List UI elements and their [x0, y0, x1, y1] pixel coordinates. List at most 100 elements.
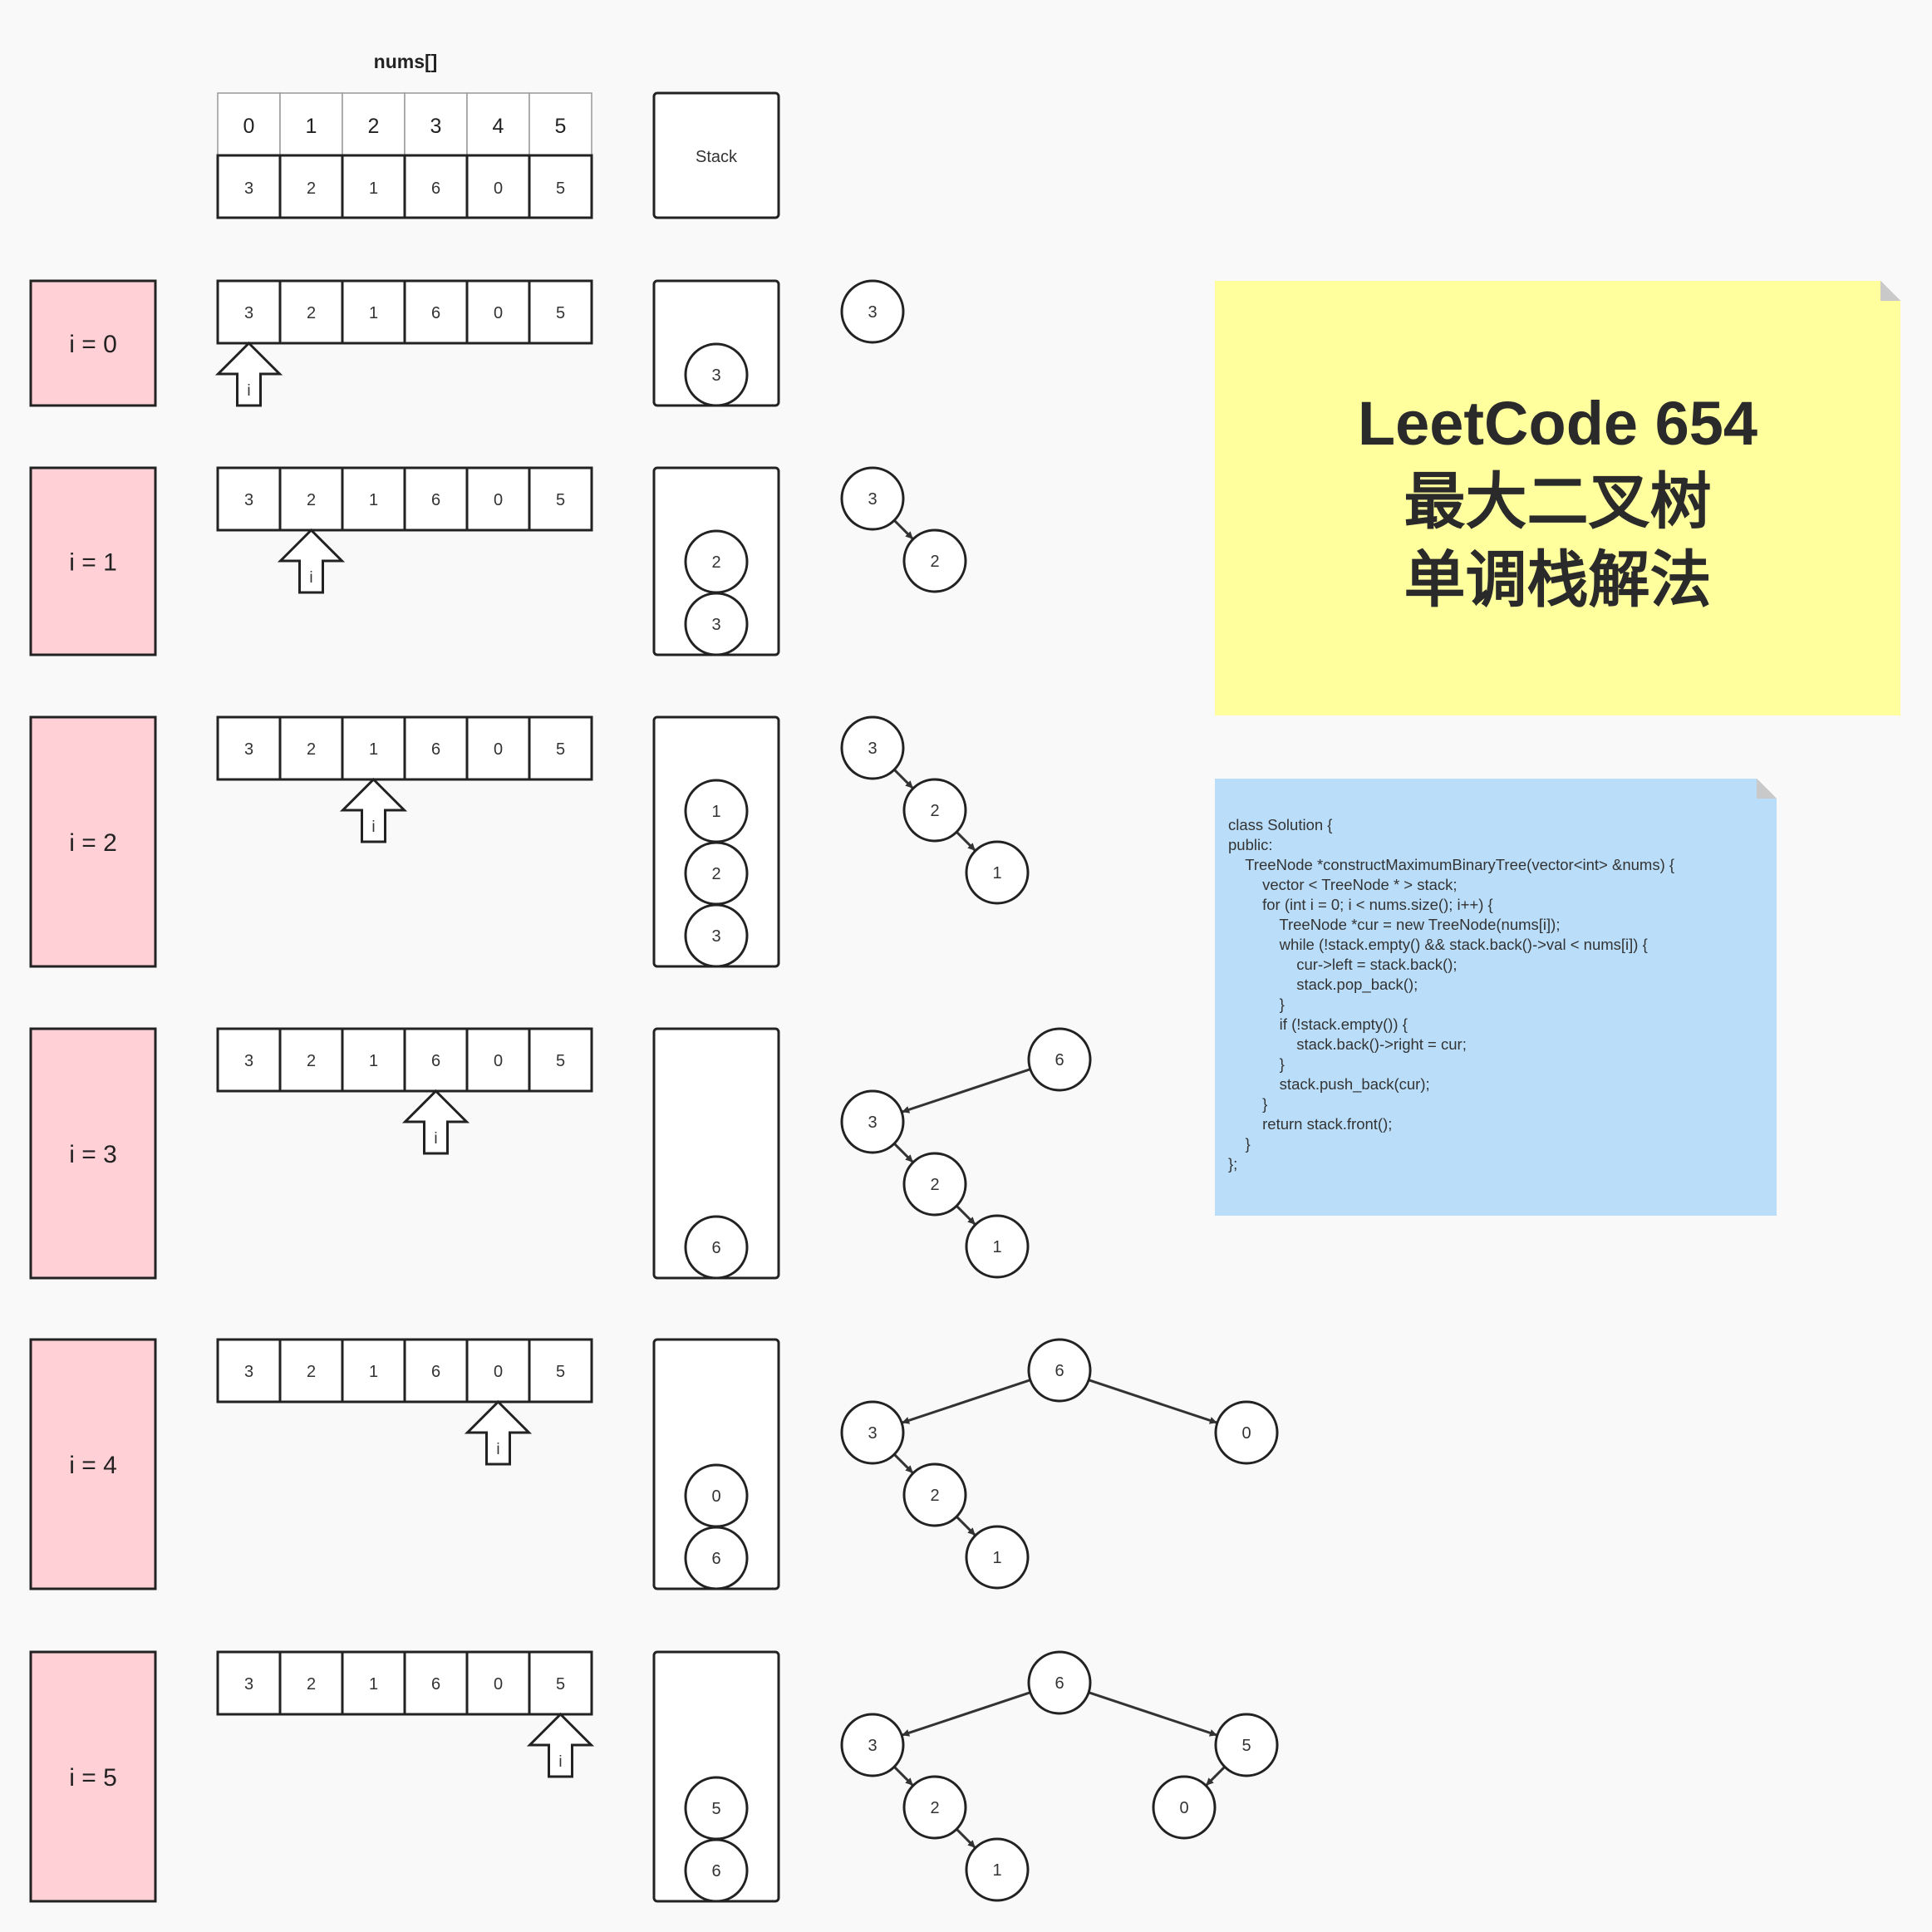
- array-cell-value: 2: [307, 304, 316, 322]
- code-line: }: [1228, 1135, 1251, 1153]
- tree: 6 3 2 1 0: [840, 1338, 1279, 1590]
- code-line: class Solution {: [1228, 816, 1333, 833]
- tree-node-value: 1: [992, 1238, 1001, 1256]
- tree-node-value: 1: [992, 1861, 1001, 1880]
- pointer-label: i: [309, 569, 312, 587]
- stack-box: 6: [652, 1027, 780, 1280]
- index-cell: 1: [279, 92, 343, 156]
- tree-node-value: 3: [868, 740, 877, 758]
- value-label: 1: [369, 179, 378, 198]
- array-cell-value: 3: [244, 1675, 253, 1694]
- step-array: 3 2 1 6 0 5: [216, 466, 593, 532]
- tree-node: 3: [840, 1400, 905, 1465]
- step-row: i = 2 3 2 1 6 0 5 i 3 2 1 3 2 1: [29, 715, 1030, 968]
- tree: 3 2 1: [840, 715, 1030, 905]
- array-cell-value: 5: [556, 740, 565, 759]
- value-label: 0: [494, 179, 503, 198]
- tree-edge: [893, 1453, 914, 1474]
- code-line: stack.push_back(cur);: [1228, 1075, 1430, 1093]
- step-array: 3 2 1 6 0 5: [216, 1338, 593, 1404]
- stack-item: 6: [684, 1526, 749, 1590]
- index-cell: 0: [217, 92, 281, 156]
- stack-item-value: 6: [711, 1239, 720, 1257]
- tree-edge: [1088, 1691, 1217, 1737]
- value-cell: 0: [465, 154, 531, 219]
- array-cell-value: 3: [244, 304, 253, 322]
- step-row: i = 0 3 2 1 6 0 5 i 3 3: [29, 279, 905, 407]
- code-line: if (!stack.empty()) {: [1228, 1015, 1408, 1033]
- array-cell-value: 1: [369, 740, 378, 759]
- array-cell-value: 2: [307, 491, 316, 509]
- code-line: }: [1228, 1055, 1285, 1073]
- code-block: class Solution {public: TreeNode *constr…: [1228, 815, 1674, 1174]
- tree-node-value: 1: [992, 864, 1001, 882]
- header-array: 0 1 2 3 4 5 3 2 1 6 0 5: [216, 92, 593, 219]
- step-row: i = 43 2 1 6 0 5i6063210: [29, 1338, 1279, 1590]
- tree-edge: [902, 1379, 1031, 1424]
- code-note: class Solution {public: TreeNode *constr…: [1215, 779, 1777, 1216]
- code-line: return stack.front();: [1228, 1115, 1393, 1133]
- array-cell-value: 1: [369, 1675, 378, 1694]
- stack-item-value: 0: [711, 1487, 720, 1506]
- title-line-1: LeetCode 654: [1357, 389, 1758, 458]
- stack-item-value: 3: [711, 616, 720, 634]
- value-label: 2: [307, 179, 316, 198]
- code-line: for (int i = 0; i < nums.size(); i++) {: [1228, 896, 1493, 913]
- index-cell: 4: [466, 92, 530, 156]
- stack-item: 1: [684, 779, 749, 843]
- step-label-box: i = 0: [29, 279, 157, 407]
- index-label: 1: [306, 115, 317, 138]
- tree-edge: [902, 1691, 1031, 1737]
- tree: 3: [840, 279, 905, 344]
- tree-node-value: 1: [992, 1549, 1001, 1567]
- pointer-arrow: i: [339, 777, 408, 843]
- tree-node-value: 6: [1054, 1674, 1064, 1693]
- code-line: }: [1228, 995, 1285, 1013]
- tree-node: 3: [840, 715, 905, 780]
- array-cell-value: 3: [244, 740, 253, 759]
- step-label: i = 5: [69, 1764, 117, 1792]
- code-line: stack.pop_back();: [1228, 976, 1418, 993]
- tree: 6 3 2 1: [840, 1027, 1092, 1279]
- title-note-fold: [1880, 281, 1900, 301]
- code-line: vector < TreeNode * > stack;: [1228, 876, 1458, 893]
- code-line: cur->left = stack.back();: [1228, 956, 1458, 973]
- stack-item: 3: [684, 342, 749, 407]
- stack-item: 2: [684, 529, 749, 594]
- title-note: LeetCode 654 最大二叉树 单调栈解法: [1215, 281, 1900, 715]
- pointer-label: i: [558, 1753, 562, 1771]
- array-cell-value: 1: [369, 1052, 378, 1070]
- tree-node-value: 2: [930, 802, 939, 820]
- steps: i = 03 2 1 6 0 5i33i = 13 2 1 6 0 5i3232i = 23 2 1 6 0…: [29, 279, 1279, 1903]
- stack-item: 5: [684, 1776, 749, 1841]
- tree-node: 0: [1152, 1775, 1217, 1840]
- stack-item: 0: [684, 1463, 749, 1528]
- value-cell: 6: [403, 154, 469, 219]
- array-cell-value: 0: [494, 491, 503, 509]
- tree-node: 6: [1027, 1338, 1092, 1403]
- code-line: TreeNode *cur = new TreeNode(nums[i]);: [1228, 916, 1561, 933]
- array-cell-value: 6: [431, 1052, 440, 1070]
- array-label: nums[]: [374, 51, 438, 72]
- array-cell-value: 5: [556, 491, 565, 509]
- stack-item: 6: [684, 1838, 749, 1903]
- value-label: 3: [244, 179, 253, 198]
- code-line: }: [1228, 1095, 1268, 1113]
- tree-node: 2: [902, 528, 967, 593]
- pointer-arrow: i: [277, 528, 346, 594]
- tree: 32: [840, 466, 967, 593]
- index-label: 4: [493, 115, 504, 138]
- stack-label: Stack: [696, 148, 738, 166]
- stack-item: 6: [684, 1215, 749, 1280]
- step-array: 3 2 1 6 0 5: [216, 1650, 593, 1716]
- stack-item-value: 2: [711, 553, 720, 572]
- step-label: i = 2: [69, 829, 117, 857]
- step-array: 3 2 1 6 0 5: [216, 1027, 593, 1093]
- index-label: 5: [555, 115, 567, 138]
- array-cell-value: 5: [556, 1052, 565, 1070]
- array-cell-value: 0: [494, 1363, 503, 1381]
- index-cell: 3: [404, 92, 468, 156]
- step-label: i = 1: [69, 549, 117, 577]
- tree-node: 1: [965, 1525, 1030, 1590]
- step-array: 3 2 1 6 0 5: [216, 279, 593, 345]
